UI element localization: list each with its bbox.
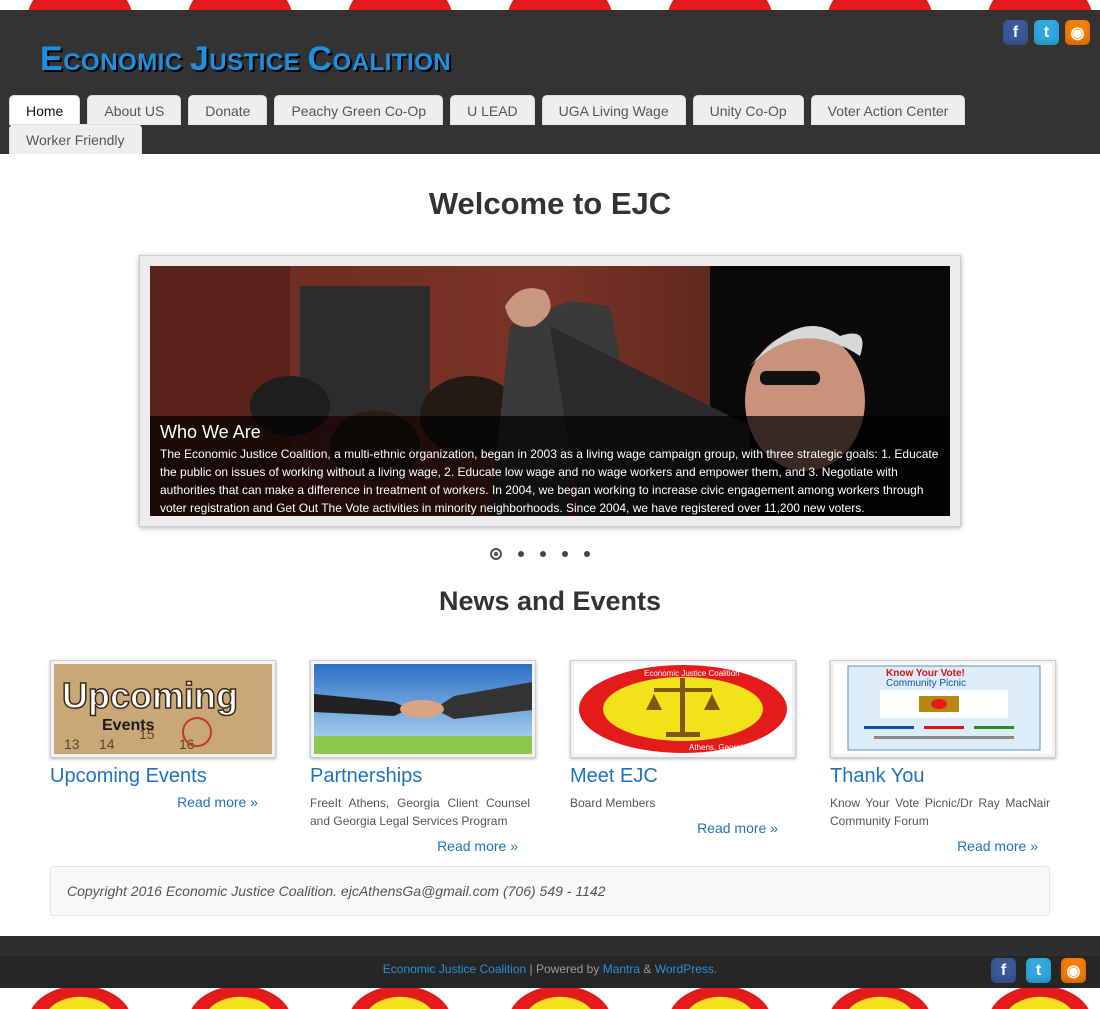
- upcoming-events-image: 13 141516 Upcoming Events: [54, 664, 272, 754]
- seal-decoration: [508, 0, 612, 10]
- footer-credit: Economic Justice Coalition | Powered by …: [0, 962, 1100, 976]
- news-title-link[interactable]: Upcoming Events: [50, 765, 290, 788]
- seal-decoration: [668, 0, 772, 10]
- slide-photo: Who We Are The Economic Justice Coalitio…: [150, 266, 950, 516]
- social-links-bottom: f t ◉: [991, 958, 1086, 983]
- footer-site-link[interactable]: Economic Justice Coalition: [383, 962, 526, 976]
- news-thumbnail[interactable]: 13 14 15 16 Upcoming Events: [50, 660, 276, 758]
- nav-tab-peachy-green-co-op[interactable]: Peachy Green Co-Op: [274, 95, 444, 125]
- svg-text:14: 14: [99, 736, 115, 752]
- main-navigation: Home About US Donate Peachy Green Co-Op …: [9, 95, 1089, 154]
- nav-tab-worker-friendly[interactable]: Worker Friendly: [9, 124, 142, 154]
- page-title: Welcome to EJC: [428, 186, 672, 221]
- news-title-link[interactable]: Meet EJC: [570, 765, 810, 788]
- news-thumbnail[interactable]: Economic Justice Coalition Athens, Georg…: [570, 660, 796, 758]
- rss-icon[interactable]: ◉: [1061, 958, 1086, 983]
- svg-text:Athens, Georgia: Athens, Georgia: [689, 743, 747, 752]
- know-your-vote-flyer: Know Your Vote! Community Picnic: [847, 665, 1041, 751]
- top-seal-strip: [0, 0, 1100, 10]
- nav-tab-uga-living-wage[interactable]: UGA Living Wage: [541, 95, 686, 125]
- twitter-icon[interactable]: t: [1026, 958, 1051, 983]
- twitter-icon[interactable]: t: [1034, 20, 1059, 45]
- site-footer: Economic Justice Coalition | Powered by …: [0, 936, 1100, 988]
- footer-separator: | Powered by: [526, 962, 603, 976]
- svg-text:13: 13: [64, 736, 80, 752]
- news-description: Board Members: [570, 796, 656, 810]
- news-thumbnail[interactable]: [310, 660, 536, 758]
- seal-decoration: [828, 0, 932, 10]
- svg-text:Upcoming: Upcoming: [62, 675, 238, 716]
- slide-caption: Who We Are The Economic Justice Coalitio…: [150, 416, 950, 516]
- nav-tab-unity-co-op[interactable]: Unity Co-Op: [692, 95, 804, 125]
- news-item-meet-ejc: Economic Justice Coalition Athens, Georg…: [570, 660, 810, 836]
- nav-tab-u-lead[interactable]: U LEAD: [450, 95, 535, 125]
- slider-dot-5[interactable]: [584, 551, 590, 557]
- nav-tab-about-us[interactable]: About US: [87, 95, 182, 125]
- rss-icon[interactable]: ◉: [1065, 20, 1090, 45]
- footer-theme-link[interactable]: Mantra: [603, 962, 640, 976]
- seal-decoration: [188, 0, 292, 10]
- news-description: FreeIt Athens, Georgia Client Counsel an…: [310, 796, 530, 828]
- facebook-icon[interactable]: f: [1003, 20, 1028, 45]
- seal-decoration: [28, 0, 132, 10]
- news-item-thank-you: Know Your Vote! Community Picnic Thank Y…: [830, 660, 1070, 854]
- copyright-notice: Copyright 2016 Economic Justice Coalitio…: [50, 866, 1050, 916]
- svg-text:16: 16: [179, 736, 195, 752]
- slide-caption-title: Who We Are: [160, 422, 261, 442]
- seal-decoration: [988, 0, 1092, 10]
- nav-tab-voter-action-center[interactable]: Voter Action Center: [810, 95, 966, 125]
- slider-pagination: [490, 548, 590, 560]
- social-links-top: f t ◉: [1003, 20, 1090, 45]
- image-slider[interactable]: Who We Are The Economic Justice Coalitio…: [139, 255, 961, 527]
- slider-dot-1[interactable]: [490, 548, 502, 560]
- nav-tab-donate[interactable]: Donate: [188, 95, 268, 125]
- read-more-link[interactable]: Read more »: [830, 838, 1038, 854]
- seal-decoration: [348, 0, 452, 10]
- news-section-title: News and Events: [438, 586, 662, 616]
- nav-tab-home[interactable]: Home: [9, 95, 81, 125]
- facebook-icon[interactable]: f: [991, 958, 1016, 983]
- bottom-seal-strip: [0, 988, 1100, 1009]
- news-thumbnail[interactable]: Know Your Vote! Community Picnic: [830, 660, 1056, 758]
- footer-wordpress-link[interactable]: WordPress.: [655, 962, 717, 976]
- news-description: Know Your Vote Picnic/Dr Ray MacNair Com…: [830, 796, 1050, 828]
- site-title[interactable]: ECONOMIC JUSTICE COALITION: [40, 40, 451, 79]
- svg-text:Community Picnic: Community Picnic: [886, 678, 966, 689]
- site-header: ECONOMIC JUSTICE COALITION f t ◉ Home Ab…: [0, 10, 1100, 154]
- slider-dot-2[interactable]: [518, 551, 524, 557]
- slider-dot-3[interactable]: [540, 551, 546, 557]
- news-title-link[interactable]: Thank You: [830, 765, 1070, 788]
- slider-dot-4[interactable]: [562, 551, 568, 557]
- read-more-link[interactable]: Read more »: [310, 838, 518, 854]
- footer-amp: &: [640, 962, 655, 976]
- svg-text:Economic Justice Coalition: Economic Justice Coalition: [644, 669, 740, 678]
- news-title-link[interactable]: Partnerships: [310, 765, 550, 788]
- read-more-link[interactable]: Read more »: [50, 794, 258, 810]
- ejc-seal-logo: Economic Justice Coalition Athens, Georg…: [579, 665, 787, 753]
- news-item-upcoming-events: 13 14 15 16 Upcoming Events Upcoming Events…: [50, 660, 290, 810]
- news-item-partnerships: Partnerships FreeIt Athens, Georgia Clie…: [310, 660, 550, 854]
- read-more-link[interactable]: Read more »: [570, 820, 778, 836]
- handshake-image: [314, 664, 532, 754]
- slide-caption-text: The Economic Justice Coalition, a multi-…: [160, 447, 939, 515]
- svg-text:Events: Events: [102, 717, 155, 734]
